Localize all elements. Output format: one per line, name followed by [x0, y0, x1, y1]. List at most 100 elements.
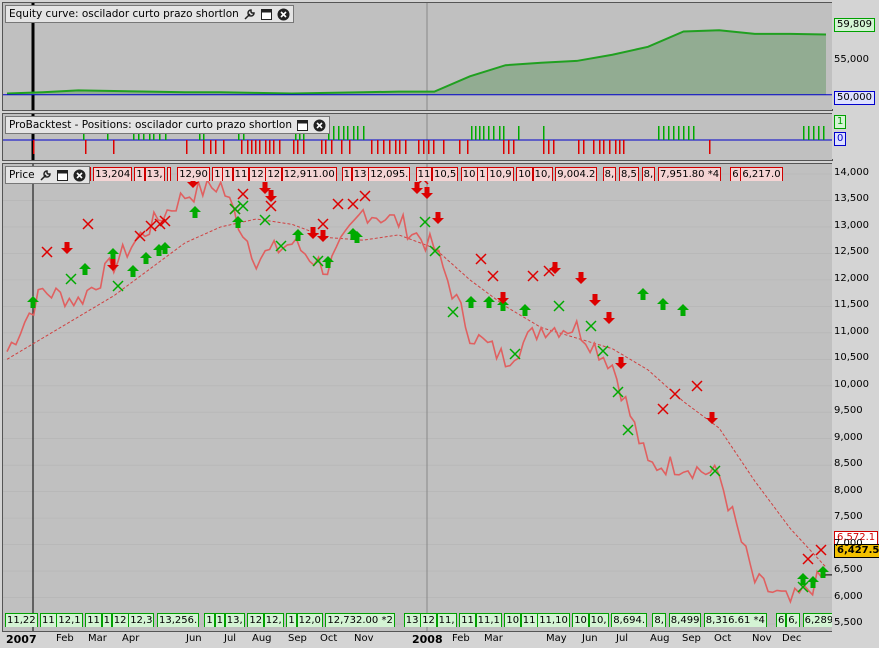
entry-price-tag: 11,	[436, 613, 457, 627]
x-axis-month-label: Nov	[354, 633, 374, 644]
wrench-icon[interactable]	[39, 169, 52, 182]
short-position-bar	[389, 140, 391, 154]
exit-price-tag: 7,951.80 *4	[658, 167, 722, 181]
entry-price-tag: 8,	[652, 613, 666, 627]
x-axis-month-label: Sep	[288, 633, 307, 644]
long-position-bar	[333, 126, 335, 140]
long-exit-cross	[597, 345, 609, 357]
price-panel-title-bar[interactable]: Price	[5, 166, 90, 184]
positions-panel-title: ProBacktest - Positions: oscilador curto…	[9, 119, 292, 131]
x-axis-year-label: 2008	[412, 633, 443, 646]
short-position-bar	[615, 140, 617, 154]
short-position-bar	[293, 140, 295, 154]
short-position-bar	[85, 140, 87, 154]
exit-price-tag: 6	[730, 167, 741, 181]
entry-price-tag: 10	[504, 613, 522, 627]
exit-price-tag: 10,5	[432, 167, 459, 181]
x-axis-month-label: Dec	[782, 633, 802, 644]
short-position-bar	[593, 140, 595, 154]
short-exit-cross	[527, 270, 539, 282]
long-entry-arrow	[817, 566, 829, 578]
entry-price-tag: 11,10	[537, 613, 570, 627]
exit-price-tag: 8,	[641, 167, 656, 181]
x-axis-month-label: Aug	[252, 633, 272, 644]
price-tick-label: 9,500	[834, 405, 863, 417]
short-position-bar	[508, 140, 510, 154]
x-axis-month-label: May	[546, 633, 567, 644]
close-icon[interactable]	[313, 119, 326, 132]
entry-price-tag: 12,	[263, 613, 284, 627]
equity-last-value-badge: 59,809	[834, 18, 875, 32]
short-position-bar	[599, 140, 601, 154]
close-icon[interactable]	[277, 8, 290, 21]
entry-price-tag: 11	[85, 613, 102, 627]
short-position-bar	[255, 140, 257, 154]
price-tick-label: 5,500	[834, 617, 863, 628]
x-axis-month-label: Feb	[452, 633, 470, 644]
short-position-bar	[223, 140, 225, 154]
entry-price-tag: 13,	[224, 613, 245, 627]
entry-price-tag: 12,732.00 *2	[325, 613, 395, 627]
long-position-bar	[479, 126, 481, 140]
long-position-bar	[357, 126, 359, 140]
long-position-bar	[499, 126, 501, 140]
wrench-icon[interactable]	[243, 8, 256, 21]
x-axis-month-label: Aug	[650, 633, 670, 644]
short-position-bar	[619, 140, 621, 154]
entry-price-tag: 12	[247, 613, 265, 627]
price-y-axis: 6,572.1 6,427.51 14,00013,50013,00012,50…	[832, 163, 879, 632]
exit-price-tag: 12	[249, 167, 266, 181]
short-entry-arrow	[706, 412, 718, 424]
short-position-bar	[279, 140, 281, 154]
maximize-icon[interactable]	[56, 169, 69, 182]
short-position-bar	[265, 140, 267, 154]
maximize-icon[interactable]	[296, 119, 309, 132]
short-position-bar	[548, 140, 550, 154]
short-entry-arrow	[411, 182, 423, 194]
short-entry-arrow	[421, 187, 433, 199]
short-position-bar	[418, 140, 420, 154]
long-entry-arrow	[677, 304, 689, 316]
entry-price-tag: 12,3	[128, 613, 155, 627]
entry-price-tag: 12,1	[56, 613, 83, 627]
moving-average-line	[6, 218, 827, 568]
positions-y-axis: 1 0	[832, 113, 879, 159]
equity-y-axis: 55,000 59,809 50,000	[832, 2, 879, 109]
x-axis-month-label: Apr	[122, 633, 140, 644]
exit-price-tag: 6,217.0	[740, 167, 783, 181]
long-exit-cross	[553, 300, 565, 312]
long-exit-cross	[585, 320, 597, 332]
price-tick-label: 10,500	[834, 352, 869, 364]
x-axis-month-label: Jul	[224, 633, 237, 644]
exit-price-tag: 12,911.00	[281, 167, 337, 181]
short-entry-arrow	[497, 292, 509, 304]
price-tick-label: 9,000	[834, 431, 863, 443]
long-entry-arrow	[79, 263, 91, 275]
long-entry-arrow	[519, 304, 531, 316]
maximize-icon[interactable]	[260, 8, 273, 21]
exit-price-tag: 1	[477, 167, 488, 181]
exit-price-tag: 1	[222, 167, 233, 181]
long-entry-arrow	[189, 206, 201, 218]
short-entry-arrow	[107, 259, 119, 271]
long-position-bar	[493, 126, 495, 140]
positions-panel-title-bar[interactable]: ProBacktest - Positions: oscilador curto…	[5, 116, 330, 134]
x-axis-year-label: 2007	[6, 633, 37, 646]
short-position-bar	[459, 140, 461, 154]
date-x-axis: 2007 Feb Mar Apr Jun Jul Aug Sep Oct Nov 2008 Feb Ma…	[2, 632, 831, 648]
short-position-bar	[513, 140, 515, 154]
long-position-bar	[808, 126, 810, 140]
trade-exit-price-row-top: 111111112,313,204113,12,901111121212,911…	[3, 167, 832, 181]
close-icon[interactable]	[73, 169, 86, 182]
price-tick-label: 13,000	[834, 219, 869, 231]
short-entry-arrow	[61, 242, 73, 254]
x-axis-month-label: Oct	[714, 633, 732, 644]
equity-panel-title-bar[interactable]: Equity curve: oscilador curto prazo shor…	[5, 5, 294, 23]
short-position-bar	[349, 140, 351, 154]
x-axis-month-label: Oct	[320, 633, 338, 644]
short-position-bar	[33, 140, 35, 154]
entry-price-tag: 1	[214, 613, 225, 627]
exit-price-tag: 9,004.2	[555, 167, 598, 181]
entry-price-tag: 6,289.7	[802, 613, 832, 627]
exit-price-tag: 11	[232, 167, 250, 181]
